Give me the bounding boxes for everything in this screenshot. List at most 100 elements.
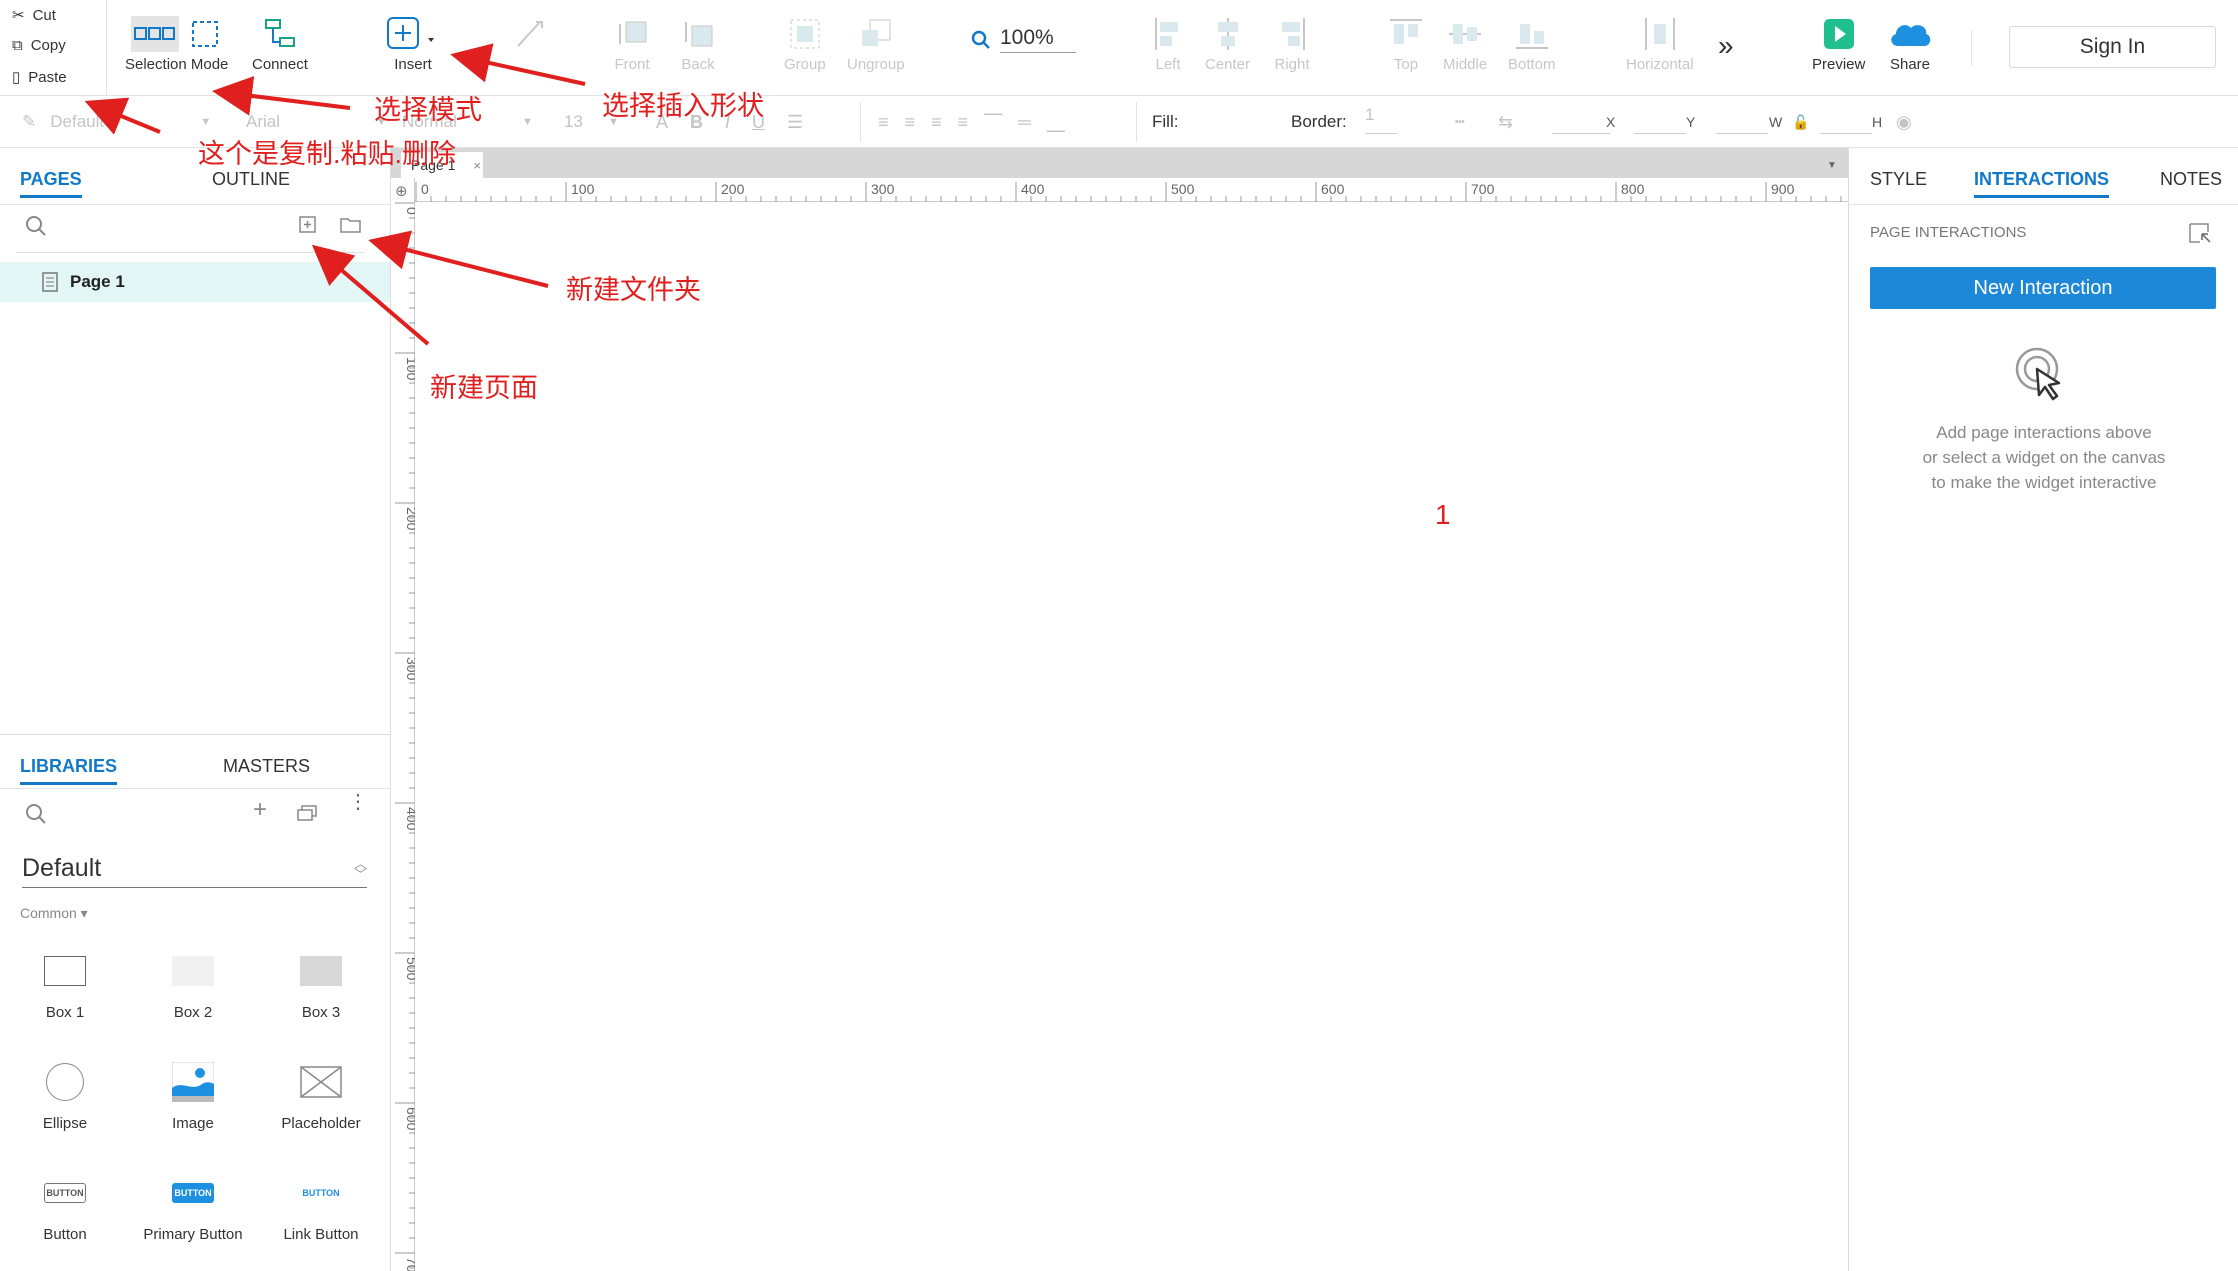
widget-box3[interactable]: Box 3 <box>256 938 386 1021</box>
align-right-icon <box>1272 12 1312 56</box>
valign-middle-icon[interactable]: ═ <box>1018 112 1031 133</box>
align-right-button[interactable]: Right <box>1272 12 1312 73</box>
ruler-label: 400 <box>1021 181 1045 197</box>
tab-outline[interactable]: OUTLINE <box>212 169 290 190</box>
align-text-center-icon[interactable]: ≡ <box>905 112 916 133</box>
canvas-area[interactable]: Page 1× ▼ 0100200300400500600700800900 0… <box>391 148 1848 1271</box>
selection-mode-button[interactable]: Selection Mode <box>125 12 228 73</box>
sign-in-button[interactable]: Sign In <box>2009 26 2216 68</box>
interaction-settings-icon[interactable] <box>2188 222 2212 244</box>
group-button[interactable]: Group <box>784 12 826 73</box>
more-options-icon[interactable]: ⋮ <box>348 792 368 812</box>
align-text-justify-icon[interactable]: ≡ <box>958 112 969 133</box>
divider <box>16 252 364 253</box>
page-tab-bar <box>391 148 1848 178</box>
tab-masters[interactable]: MASTERS <box>223 756 310 777</box>
placeholder-icon <box>300 1049 342 1115</box>
annotation-insert-shape: 选择插入形状 <box>602 91 764 121</box>
tab-libraries[interactable]: LIBRARIES <box>20 756 118 785</box>
zoom-control[interactable]: 100% <box>970 26 1076 53</box>
h-input[interactable] <box>1820 96 1872 134</box>
insert-button[interactable]: Insert <box>386 12 440 73</box>
library-windows-icon[interactable] <box>296 804 318 822</box>
style-select[interactable]: ✎ Default ▼ <box>22 96 211 148</box>
border-style-icon[interactable]: ┅ <box>1455 96 1465 148</box>
distribute-horizontal-button[interactable]: Horizontal <box>1626 12 1694 73</box>
tab-dropdown-icon[interactable]: ▼ <box>1827 160 1837 171</box>
cut-button[interactable]: ✂ Cut <box>12 6 56 25</box>
category-dropdown[interactable]: Common ▾ <box>20 905 88 922</box>
new-interaction-button[interactable]: New Interaction <box>1870 267 2216 309</box>
add-page-icon[interactable] <box>298 215 318 235</box>
add-folder-icon[interactable] <box>339 215 363 235</box>
x-input[interactable] <box>1552 96 1610 134</box>
share-button[interactable]: Share <box>1886 12 1934 73</box>
preview-button[interactable]: Preview <box>1812 12 1865 73</box>
style-edit-icon: ✎ <box>22 112 37 131</box>
connect-button[interactable]: Connect <box>252 12 308 73</box>
right-panel: STYLE INTERACTIONS NOTES PAGE INTERACTIO… <box>1848 148 2238 1271</box>
add-library-icon[interactable]: + <box>253 796 267 824</box>
pen-tool-button[interactable] <box>510 12 550 56</box>
annotation-new-folder: 新建文件夹 <box>566 275 701 305</box>
library-select[interactable]: Default ︿ ﹀ <box>22 850 367 888</box>
align-middle-icon <box>1445 12 1485 56</box>
divider <box>1971 30 1972 66</box>
align-left-button[interactable]: Left <box>1148 12 1188 73</box>
cloud-icon <box>1886 12 1934 56</box>
align-text-left-icon[interactable]: ≡ <box>878 112 889 133</box>
copy-button[interactable]: ⧉ Copy <box>12 37 66 54</box>
align-left-icon <box>1148 12 1188 56</box>
close-tab-icon[interactable]: × <box>473 158 481 173</box>
touch-cursor-icon <box>2015 347 2061 401</box>
align-text-right-icon[interactable]: ≡ <box>931 112 942 133</box>
main-toolbar: ✂ Cut ⧉ Copy ▯ Paste Selection Mode Connect… <box>0 0 2238 96</box>
annotation-new-page: 新建页面 <box>430 373 538 403</box>
arrow-style-icon[interactable]: ⇆ <box>1498 96 1513 148</box>
widget-button[interactable]: BUTTON Button <box>0 1160 130 1243</box>
ungroup-button[interactable]: Ungroup <box>847 12 905 73</box>
text-align-group: ≡ ≡ ≡ ≡ ⎺ ═ ⎽ <box>878 96 1065 148</box>
align-middle-button[interactable]: Middle <box>1443 12 1487 73</box>
valign-bottom-icon[interactable]: ⎽ <box>1047 112 1065 133</box>
widget-ellipse[interactable]: Ellipse <box>0 1049 130 1132</box>
front-button[interactable]: Front <box>612 12 652 73</box>
y-input[interactable] <box>1634 96 1686 134</box>
tab-style[interactable]: STYLE <box>1870 169 1927 190</box>
ruler-label: 600 <box>1321 181 1345 197</box>
widget-link-button[interactable]: BUTTON Link Button <box>256 1160 386 1243</box>
horizontal-ruler: 0 100 200 300 400 500 600 700 800 900 <box>391 178 1848 202</box>
distribute-horizontal-icon <box>1640 12 1680 56</box>
widget-box2[interactable]: Box 2 <box>128 938 258 1021</box>
widget-image[interactable]: Image <box>128 1049 258 1132</box>
valign-top-icon[interactable]: ⎺ <box>984 112 1002 133</box>
widget-placeholder[interactable]: Placeholder <box>256 1049 386 1132</box>
lock-icon[interactable]: 🔓 <box>1792 96 1809 148</box>
tab-notes[interactable]: NOTES <box>2160 169 2222 190</box>
border-width-input[interactable]: 1 <box>1365 96 1397 134</box>
library-search-icon[interactable] <box>24 802 48 826</box>
widget-box1[interactable]: Box 1 <box>0 938 130 1021</box>
tab-interactions[interactable]: INTERACTIONS <box>1974 169 2109 198</box>
box2-icon <box>172 938 214 1004</box>
page-list-item[interactable]: Page 1 <box>0 262 390 302</box>
align-bottom-icon <box>1512 12 1552 56</box>
search-icon[interactable] <box>24 214 48 238</box>
tab-pages[interactable]: PAGES <box>20 169 82 198</box>
paste-button[interactable]: ▯ Paste <box>12 68 67 87</box>
widget-primary-button[interactable]: BUTTON Primary Button <box>128 1160 258 1243</box>
ruler-label: 600 <box>404 1107 415 1131</box>
back-button[interactable]: Back <box>678 12 718 73</box>
align-bottom-button[interactable]: Bottom <box>1508 12 1556 73</box>
align-center-button[interactable]: Center <box>1205 12 1250 73</box>
w-input[interactable] <box>1716 96 1768 134</box>
w-label: W <box>1769 114 1783 130</box>
ruler-label: 700 <box>404 1257 415 1271</box>
align-top-button[interactable]: Top <box>1386 12 1426 73</box>
bullet-list-icon[interactable]: ☰ <box>787 112 803 133</box>
scissors-icon: ✂ <box>12 7 25 24</box>
more-tools-icon[interactable]: » <box>1718 30 1734 62</box>
chevron-down-icon: ▼ <box>200 116 212 128</box>
visibility-eye-icon[interactable]: ◉ <box>1896 96 1912 148</box>
ruler-label: 400 <box>404 807 415 831</box>
